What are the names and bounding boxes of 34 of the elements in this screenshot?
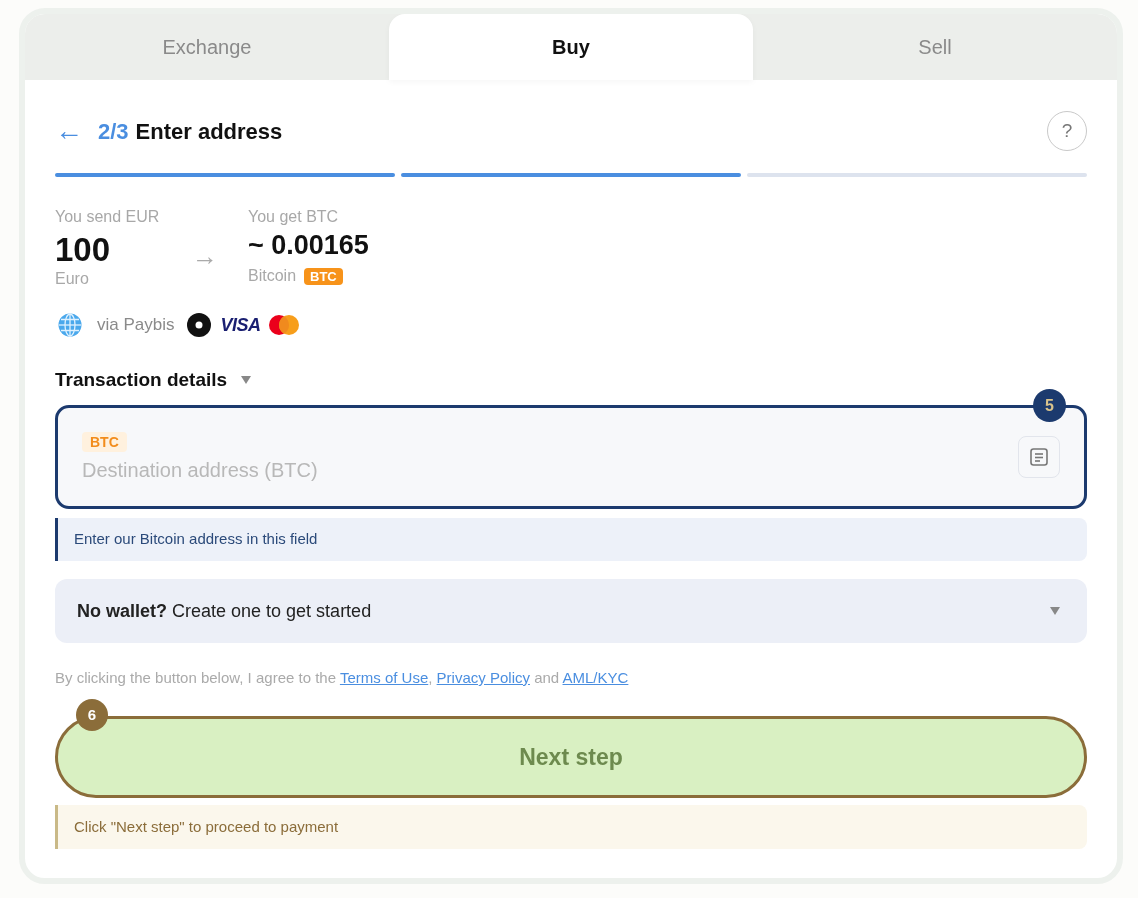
tab[interactable]: Exchange (25, 14, 389, 80)
visa-logo: VISA (220, 313, 261, 337)
receive-label: You get BTC (248, 207, 339, 227)
section-title: Transaction details (55, 367, 228, 392)
tab[interactable]: Buy (389, 14, 753, 80)
info-note: Click "Next step" to proceed to payment (55, 805, 1087, 849)
step-counter: 2/3 (98, 117, 129, 146)
address-input[interactable]: Destination address (BTC) (82, 456, 982, 483)
tab[interactable]: Sell (753, 14, 1117, 80)
send-currency: Euro (55, 269, 89, 289)
provider-label: via Paybis (97, 314, 175, 337)
legal-link[interactable]: Terms of Use (339, 669, 429, 686)
globe-icon (58, 313, 82, 337)
currency-badge: BTC (304, 267, 343, 285)
step-badge: 6 (76, 699, 108, 731)
caret-icon (241, 376, 252, 384)
wallet-dropdown[interactable]: No wallet? Create one to get started (55, 579, 1087, 643)
info-note: Enter our Bitcoin address in this field (55, 518, 1087, 561)
overlapping-circles-icon (268, 315, 299, 335)
legal-link[interactable]: AML/KYC (562, 669, 629, 686)
currency-tag: BTC (82, 431, 127, 452)
arrow-icon: → (192, 242, 218, 270)
terms-text: By clicking the button below, I agree to the Terms of Use, Privacy Policy and AML/KYC (55, 668, 630, 688)
caret-icon (1050, 607, 1060, 615)
dot-icon (187, 313, 212, 337)
receive-amount: ~ 0.00165 (248, 229, 369, 261)
paste-button[interactable] (1018, 436, 1060, 478)
send-label: You send EUR (55, 207, 160, 227)
back-button[interactable]: ← (55, 115, 83, 147)
receive-currency: Bitcoin (248, 266, 297, 286)
legal-link[interactable]: Privacy Policy (436, 669, 530, 686)
document-icon (1030, 448, 1048, 466)
send-amount: 100 (55, 231, 111, 269)
page-title: Enter address (135, 117, 283, 146)
